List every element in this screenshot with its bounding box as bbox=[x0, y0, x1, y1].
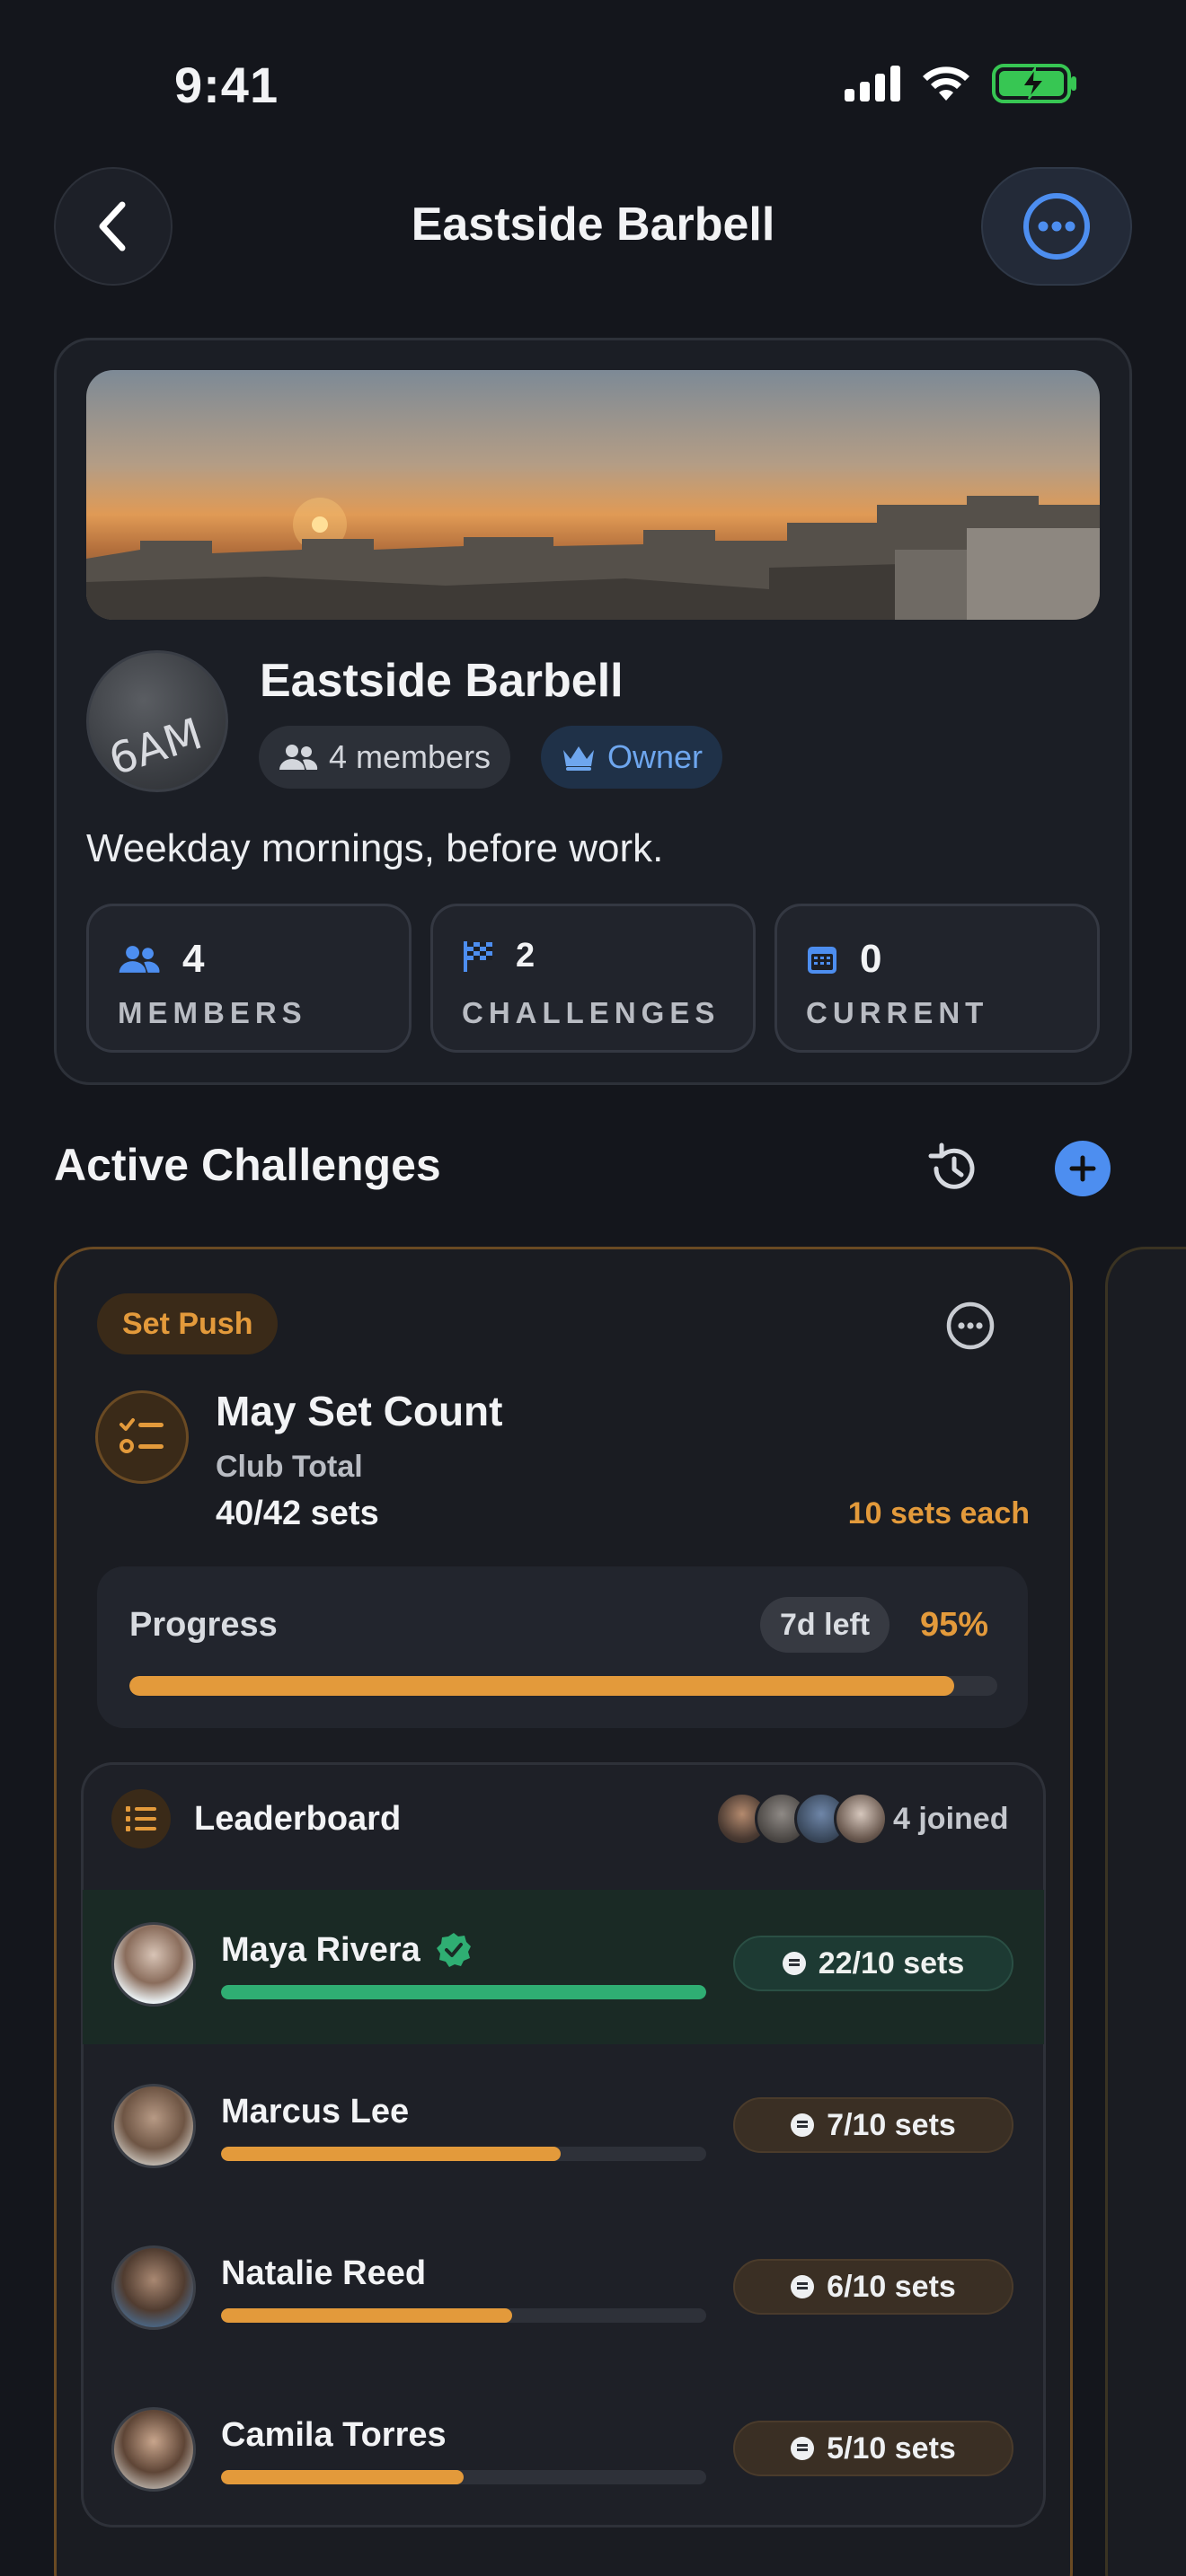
member-progress-fill bbox=[221, 1985, 706, 1999]
member-progress-bar bbox=[221, 1985, 706, 1999]
member-progress-bar bbox=[221, 2308, 706, 2323]
status-time: 9:41 bbox=[174, 57, 279, 113]
battery-charging-icon bbox=[992, 64, 1076, 103]
people-icon bbox=[279, 745, 318, 770]
member-sets-label: 5/10 sets bbox=[827, 2430, 956, 2466]
member-sets-label: 7/10 sets bbox=[827, 2107, 956, 2142]
history-icon bbox=[928, 1142, 975, 1189]
challenge-type-tag: Set Push bbox=[97, 1293, 279, 1354]
numbered-list-icon bbox=[111, 1789, 171, 1848]
crown-icon bbox=[563, 746, 594, 771]
more-options-button[interactable] bbox=[981, 167, 1132, 286]
challenge-subtitle: Club Total bbox=[216, 1450, 363, 1484]
member-name: Camila Torres bbox=[221, 2416, 447, 2454]
stat-current-label: CURRENT bbox=[806, 996, 989, 1029]
list-icon bbox=[791, 2113, 815, 2137]
checkered-flag-icon bbox=[464, 940, 492, 972]
member-name: Marcus Lee bbox=[221, 2093, 410, 2130]
next-challenge-card-peek[interactable] bbox=[1105, 1247, 1186, 2576]
avatar bbox=[111, 2084, 196, 2168]
challenge-more-button[interactable] bbox=[943, 1299, 997, 1357]
club-avatar: 6AM bbox=[86, 650, 228, 792]
status-icons bbox=[845, 63, 1078, 104]
progress-panel bbox=[97, 1566, 1028, 1728]
progress-percent: 95% bbox=[920, 1606, 989, 1644]
stat-challenges-label: CHALLENGES bbox=[462, 996, 721, 1029]
member-sets-label: 22/10 sets bbox=[818, 1945, 965, 1981]
member-progress-bar bbox=[221, 2470, 706, 2484]
member-sets-label: 6/10 sets bbox=[827, 2269, 956, 2304]
more-circle-icon bbox=[1023, 193, 1090, 260]
challenge-target-each: 10 sets each bbox=[847, 1496, 1030, 1531]
stat-members-value: 4 bbox=[182, 937, 205, 981]
stat-challenges[interactable]: 2 CHALLENGES bbox=[430, 904, 756, 1053]
days-left-badge: 7d left bbox=[760, 1597, 890, 1653]
stat-challenges-value: 2 bbox=[516, 937, 535, 975]
checklist-icon bbox=[95, 1390, 189, 1484]
member-sets-badge: 6/10 sets bbox=[733, 2259, 1013, 2315]
member-progress-fill bbox=[221, 2308, 512, 2323]
member-sets-badge: 22/10 sets bbox=[733, 1936, 1013, 1991]
owner-badge-label: Owner bbox=[607, 738, 704, 775]
member-name: Maya Rivera bbox=[221, 1931, 420, 1969]
calendar-icon bbox=[808, 947, 836, 974]
more-circle-icon bbox=[946, 1301, 995, 1350]
avatar bbox=[111, 2245, 196, 2330]
leaderboard-title: Leaderboard bbox=[194, 1800, 402, 1838]
challenge-title: May Set Count bbox=[216, 1388, 503, 1434]
member-progress-fill bbox=[221, 2470, 464, 2484]
members-pill-label: 4 members bbox=[329, 738, 491, 775]
member-sets-badge: 5/10 sets bbox=[733, 2421, 1013, 2476]
member-progress-fill bbox=[221, 2147, 561, 2161]
verified-check-icon bbox=[437, 1933, 471, 1967]
list-icon bbox=[791, 2275, 815, 2298]
progress-bar bbox=[129, 1676, 997, 1696]
history-button[interactable] bbox=[925, 1141, 981, 1201]
club-name: Eastside Barbell bbox=[260, 655, 624, 707]
avatar bbox=[834, 1792, 888, 1846]
challenge-count: 40/42 sets bbox=[216, 1495, 379, 1532]
member-name: Natalie Reed bbox=[221, 2254, 427, 2292]
list-icon bbox=[791, 2437, 815, 2460]
members-pill[interactable]: 4 members bbox=[259, 726, 511, 789]
add-challenge-button[interactable] bbox=[1055, 1141, 1111, 1196]
progress-bar-fill bbox=[129, 1676, 954, 1696]
club-avatar-text: 6AM bbox=[103, 709, 208, 786]
cellular-signal-icon bbox=[845, 66, 900, 101]
people-icon bbox=[119, 946, 160, 973]
member-sets-badge: 7/10 sets bbox=[733, 2097, 1013, 2153]
progress-label: Progress bbox=[129, 1606, 278, 1644]
avatar bbox=[111, 2407, 196, 2492]
avatar bbox=[111, 1922, 196, 2007]
owner-badge: Owner bbox=[541, 726, 723, 789]
member-progress-bar bbox=[221, 2147, 706, 2161]
section-title: Active Challenges bbox=[54, 1140, 441, 1190]
club-description: Weekday mornings, before work. bbox=[86, 826, 664, 870]
participant-avatars bbox=[715, 1792, 888, 1846]
club-banner-image bbox=[86, 370, 1100, 620]
plus-icon bbox=[1069, 1155, 1096, 1182]
wifi-icon bbox=[923, 66, 969, 101]
stat-members[interactable]: 4 MEMBERS bbox=[86, 904, 412, 1053]
list-icon bbox=[782, 1952, 806, 1975]
joined-count: 4 joined bbox=[893, 1802, 1009, 1836]
stat-current[interactable]: 0 CURRENT bbox=[774, 904, 1100, 1053]
stat-members-label: MEMBERS bbox=[118, 996, 307, 1029]
stat-current-value: 0 bbox=[860, 937, 882, 981]
